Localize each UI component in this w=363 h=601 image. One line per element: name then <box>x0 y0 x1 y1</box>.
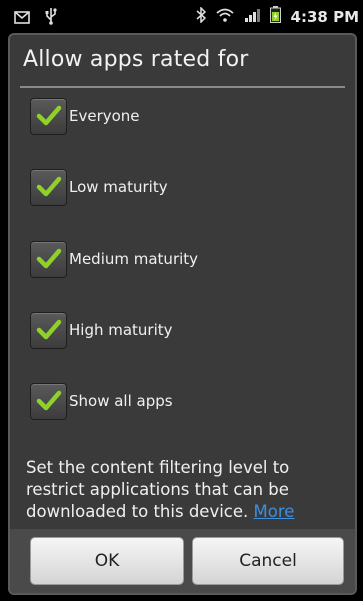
option-label: Medium maturity <box>69 250 199 268</box>
medium-maturity-checkbox[interactable] <box>30 240 67 278</box>
status-time: 4:38 PM <box>290 7 359 26</box>
status-bar: 4:38 PM <box>0 0 363 32</box>
more-link[interactable]: More <box>254 502 295 521</box>
check-icon <box>36 105 61 126</box>
title-divider <box>20 86 345 88</box>
wifi-icon <box>215 8 234 26</box>
usb-icon <box>44 7 58 29</box>
battery-icon <box>269 6 281 27</box>
android-screen: 4:38 PM Allow apps rated for Everyone Lo… <box>0 0 363 601</box>
email-icon <box>14 9 30 28</box>
content-filter-dialog: Allow apps rated for Everyone Low maturi… <box>8 33 357 595</box>
bluetooth-icon <box>196 5 206 27</box>
dialog-title: Allow apps rated for <box>23 47 249 72</box>
cancel-button[interactable]: Cancel <box>192 537 344 585</box>
description-text: Set the content filtering level to restr… <box>26 457 350 523</box>
check-icon <box>36 319 61 340</box>
signal-icon <box>244 8 260 26</box>
low-maturity-checkbox[interactable] <box>30 168 67 206</box>
option-label: Everyone <box>69 107 140 125</box>
high-maturity-checkbox[interactable] <box>30 311 67 349</box>
everyone-checkbox[interactable] <box>30 97 67 135</box>
check-icon <box>36 390 61 411</box>
option-high-maturity[interactable]: High maturity <box>30 310 173 350</box>
option-label: Low maturity <box>69 178 168 196</box>
button-bar: OK Cancel <box>10 529 355 593</box>
ok-button[interactable]: OK <box>30 537 184 585</box>
description-body: Set the content filtering level to restr… <box>26 458 290 521</box>
option-show-all-apps[interactable]: Show all apps <box>30 381 173 421</box>
check-icon <box>36 248 61 269</box>
check-icon <box>36 176 61 197</box>
option-everyone[interactable]: Everyone <box>30 96 140 136</box>
show-all-apps-checkbox[interactable] <box>30 382 67 420</box>
option-low-maturity[interactable]: Low maturity <box>30 167 168 207</box>
option-medium-maturity[interactable]: Medium maturity <box>30 239 198 279</box>
option-label: Show all apps <box>69 392 173 410</box>
option-label: High maturity <box>69 321 173 339</box>
